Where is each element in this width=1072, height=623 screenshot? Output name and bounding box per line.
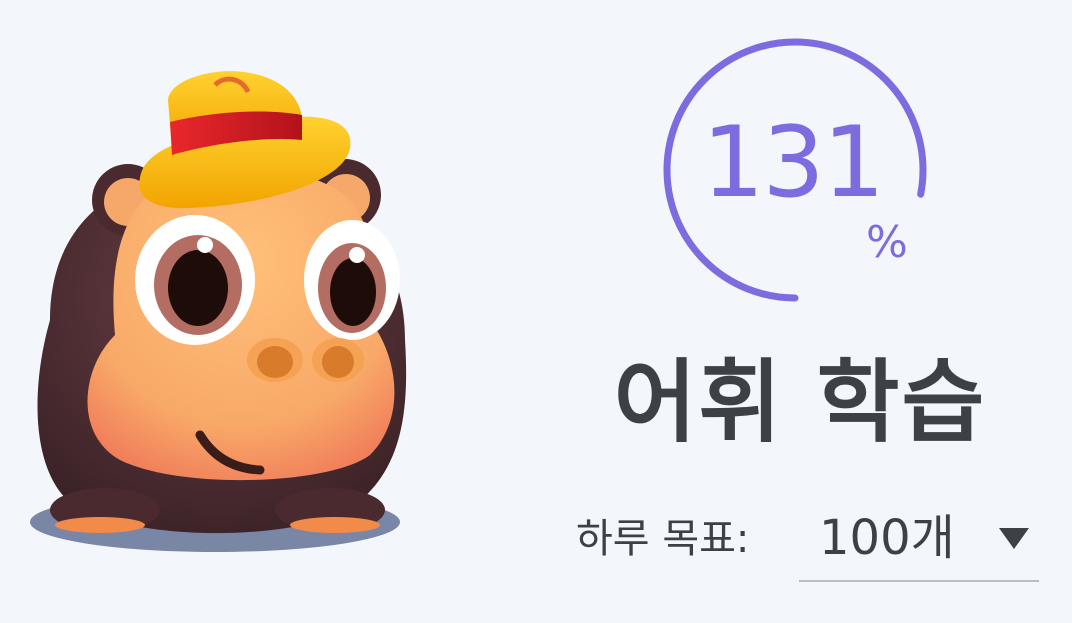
page-title: 어휘 학습: [613, 350, 987, 455]
progress-percent-unit: %: [866, 217, 908, 268]
caret-down-icon: [999, 528, 1029, 549]
hippo-mascot-icon: [30, 71, 407, 552]
daily-goal-value: 100개: [819, 510, 955, 566]
daily-goal-select[interactable]: 100개: [799, 500, 1039, 582]
progress-percent-value: 131: [701, 106, 885, 220]
daily-goal-label: 하루 목표:: [576, 516, 750, 562]
